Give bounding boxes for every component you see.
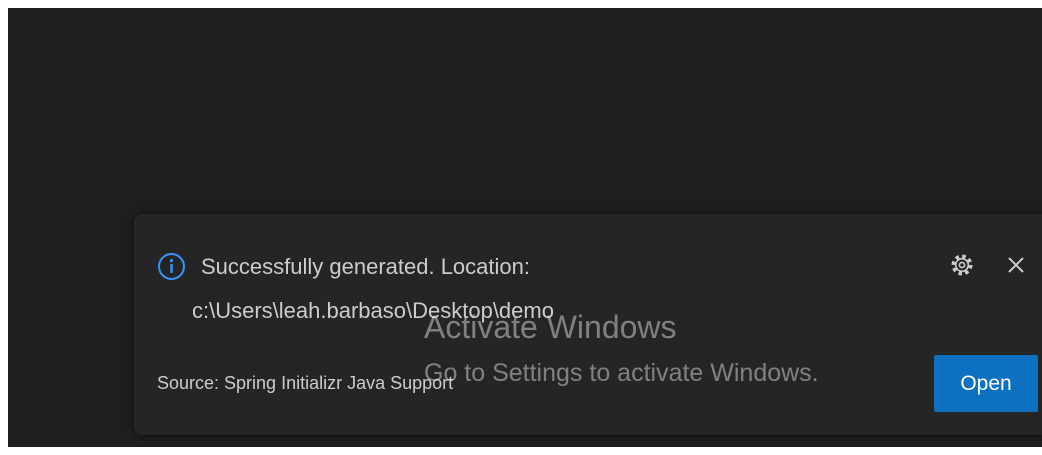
notification-settings-button[interactable]: [946, 251, 978, 283]
notification-path: c:\Users\leah.barbaso\Desktop\demo: [192, 298, 554, 323]
notification-message: Successfully generated. Location:: [201, 254, 530, 279]
info-icon: [157, 252, 186, 281]
close-icon: [1006, 255, 1026, 280]
open-button[interactable]: Open: [934, 355, 1038, 412]
notification-toast: Successfully generated. Location: c:\Use…: [134, 214, 1042, 435]
editor-background: Successfully generated. Location: c:\Use…: [8, 8, 1042, 447]
notification-source: Source: Spring Initializr Java Support: [157, 373, 454, 393]
gear-icon: [949, 252, 975, 283]
notification-close-button[interactable]: [1000, 251, 1032, 283]
